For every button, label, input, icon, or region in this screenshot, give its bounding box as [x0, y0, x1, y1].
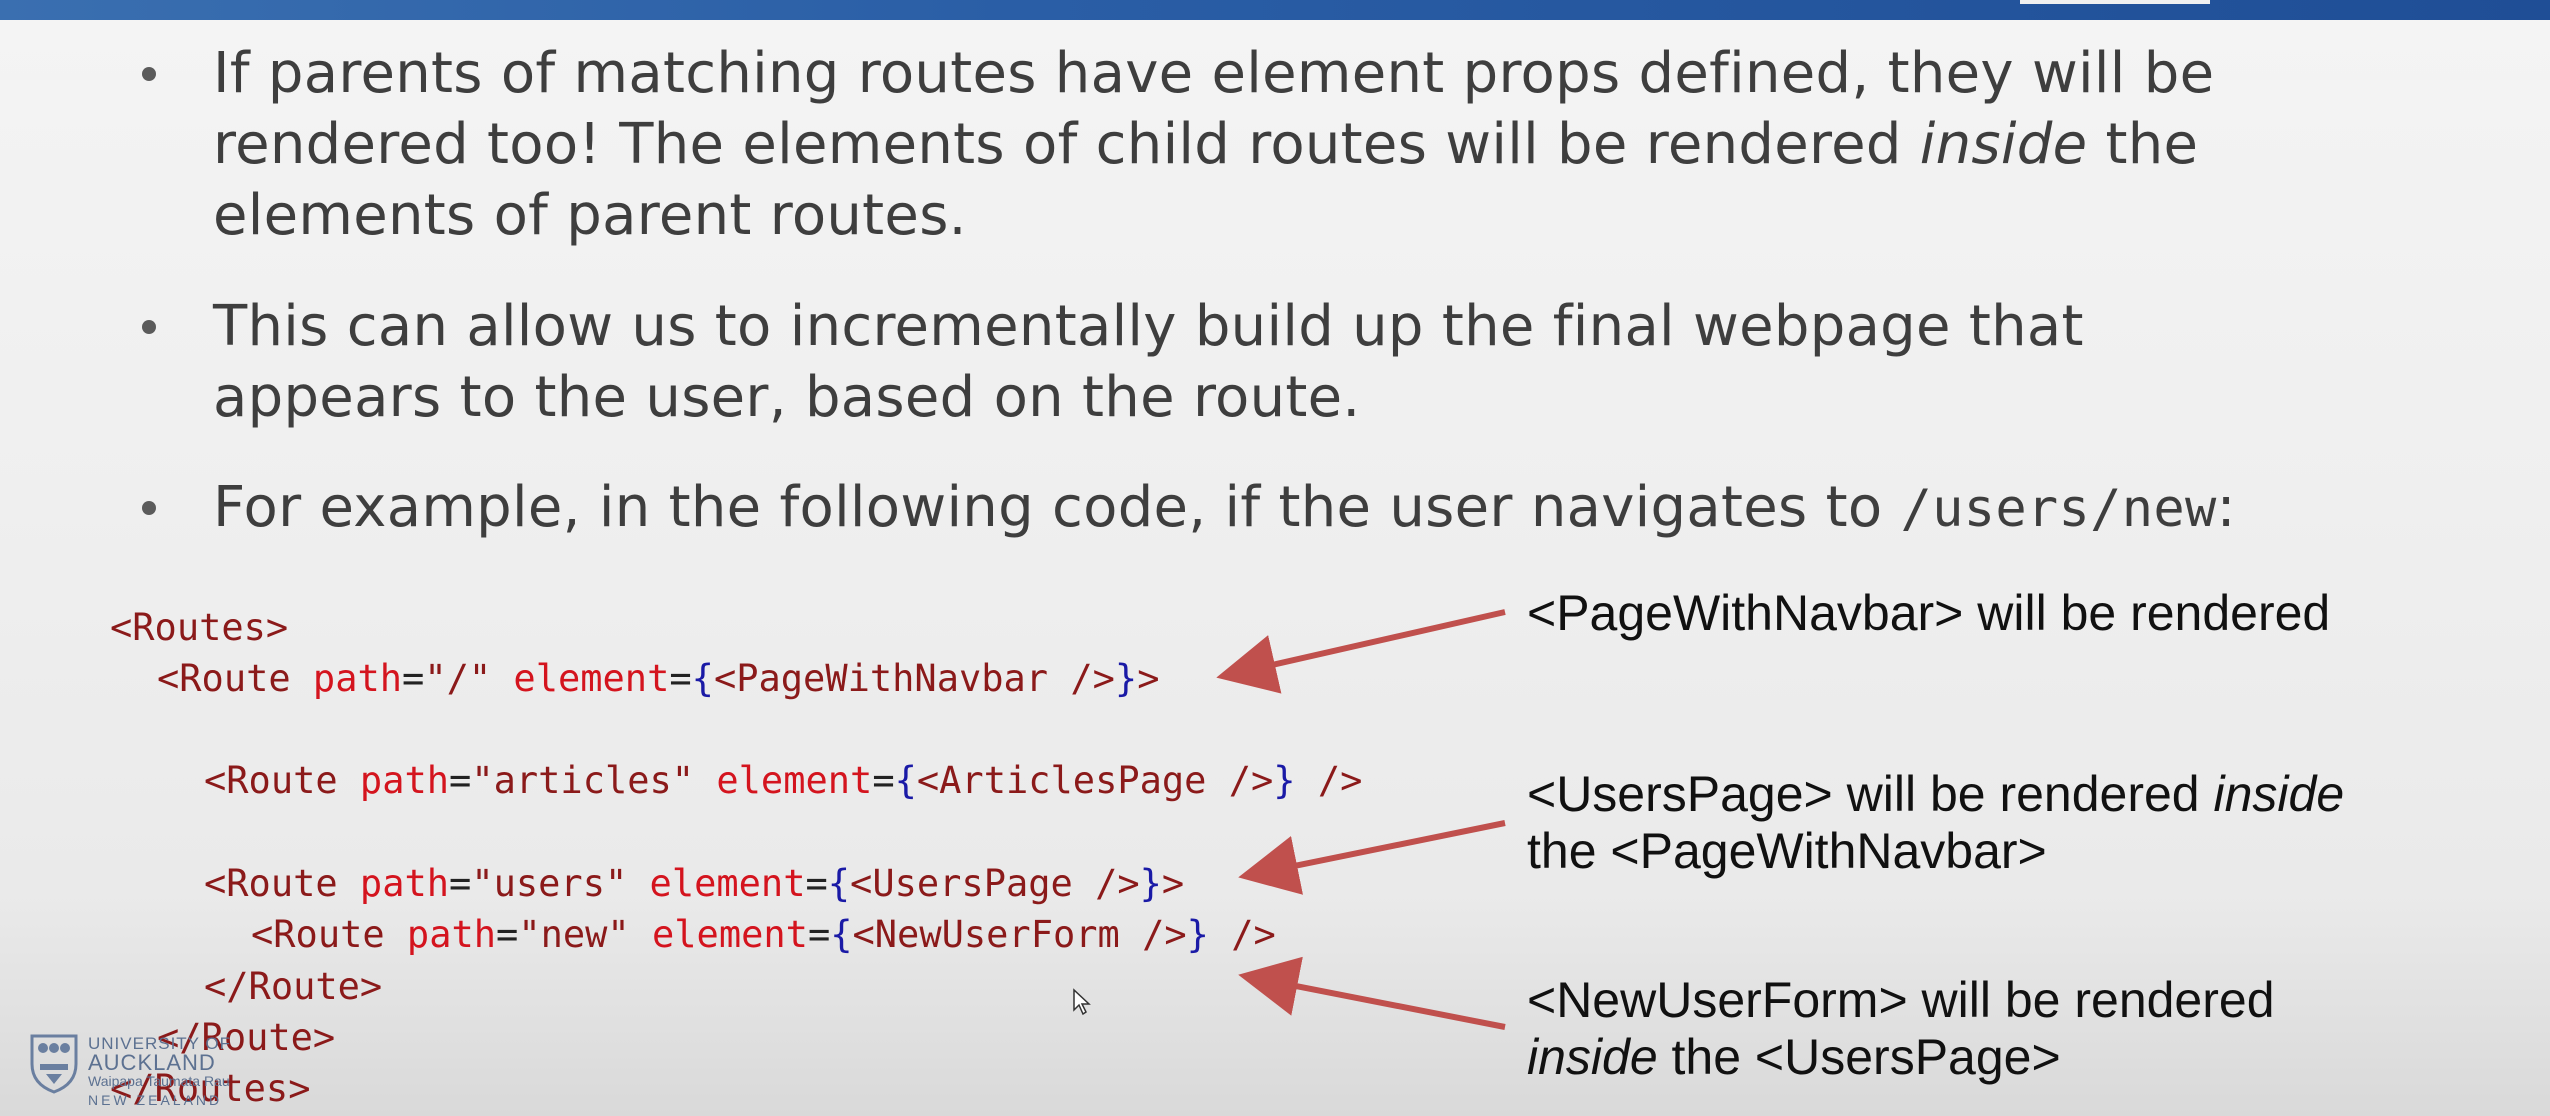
- mouse-cursor-icon: [1073, 988, 1091, 1016]
- university-logo-text: UNIVERSITY OF AUCKLAND Waipapa Taumata R…: [88, 1034, 232, 1108]
- note-users-page: <UsersPage> will be rendered inside the …: [1527, 766, 2345, 879]
- note-new-user-form: <NewUserForm> will be rendered inside th…: [1527, 972, 2275, 1085]
- arrow-to-page-with-navbar: [1216, 609, 1506, 694]
- annotation-arrows: [1216, 609, 1506, 1030]
- note-page-with-navbar: <PageWithNavbar> will be rendered: [1527, 585, 2331, 641]
- arrow-to-users-page: [1238, 820, 1506, 895]
- university-crest-icon: [30, 1034, 78, 1094]
- arrow-to-new-user-form: [1238, 956, 1506, 1030]
